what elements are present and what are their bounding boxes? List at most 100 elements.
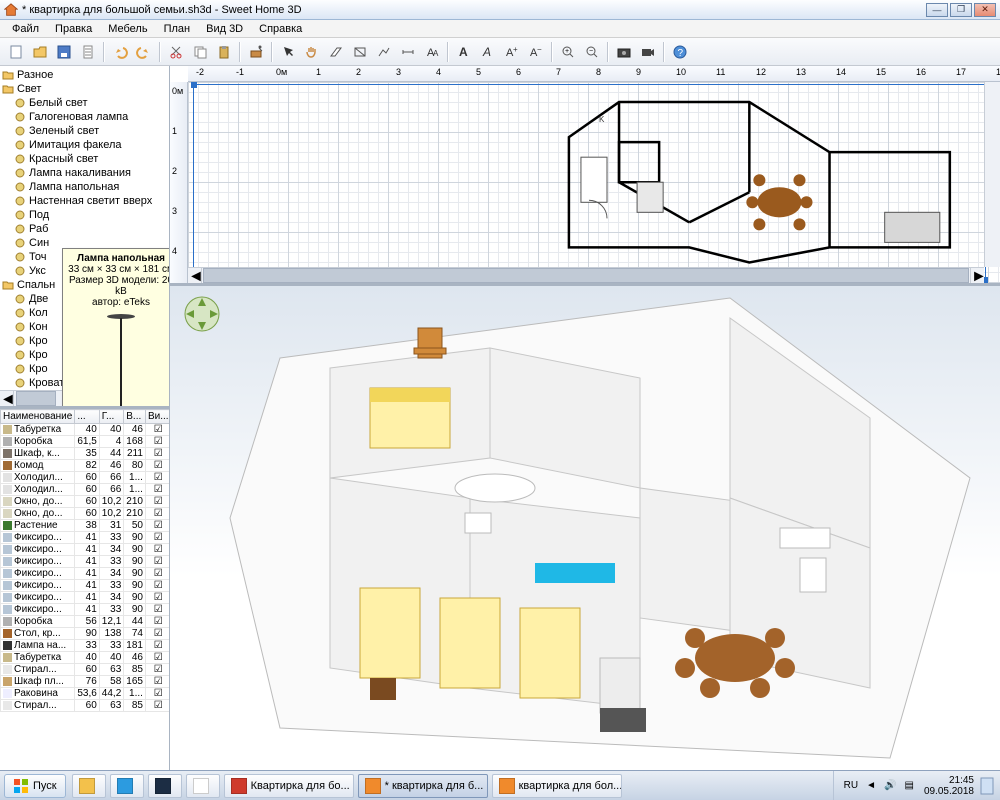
tray-clock[interactable]: 21:45 09.05.2018: [924, 775, 974, 797]
menu-file[interactable]: Файл: [4, 22, 47, 36]
table-row[interactable]: Окно, до...6010,2210☑: [1, 508, 170, 520]
table-row[interactable]: Коробка5612,144☑: [1, 616, 170, 628]
table-row[interactable]: Комод824680☑: [1, 460, 170, 472]
table-row[interactable]: Стол, кр...9013874☑: [1, 628, 170, 640]
tray-lang[interactable]: RU: [844, 780, 858, 791]
catalog-item[interactable]: Раб: [2, 222, 167, 236]
zoom-in-button[interactable]: +: [557, 41, 579, 63]
photo-button[interactable]: [613, 41, 635, 63]
cut-button[interactable]: [165, 41, 187, 63]
plan-2d-pane[interactable]: -2-10м123456789101112131415161718 0м1234: [170, 66, 1000, 286]
start-button[interactable]: Пуск: [4, 774, 66, 798]
table-row[interactable]: Табуретка404046☑: [1, 424, 170, 436]
taskbar-item[interactable]: [110, 774, 144, 798]
catalog-item[interactable]: Разное: [2, 68, 167, 82]
view-3d-pane[interactable]: [170, 286, 1000, 770]
redo-button[interactable]: [133, 41, 155, 63]
menu-furniture[interactable]: Мебель: [100, 22, 155, 36]
select-tool[interactable]: [277, 41, 299, 63]
table-header[interactable]: ...: [75, 410, 99, 424]
catalog-item[interactable]: Галогеновая лампа: [2, 110, 167, 124]
table-row[interactable]: Фиксиро...413390☑: [1, 532, 170, 544]
catalog-item[interactable]: Лампа напольная: [2, 180, 167, 194]
table-header[interactable]: Ви...: [145, 410, 169, 424]
table-header[interactable]: Г...: [99, 410, 123, 424]
taskbar-item[interactable]: [148, 774, 182, 798]
taskbar-item[interactable]: Квартирка для бо...: [224, 774, 354, 798]
tray-volume-icon[interactable]: 🔊: [884, 780, 896, 791]
table-header[interactable]: Наименование: [1, 410, 75, 424]
table-row[interactable]: Табуретка404046☑: [1, 652, 170, 664]
table-row[interactable]: Фиксиро...413490☑: [1, 544, 170, 556]
plan-canvas[interactable]: K: [188, 82, 1000, 283]
taskbar-item[interactable]: * квартирка для б...: [358, 774, 488, 798]
plan-scrollbar-v[interactable]: [984, 82, 1000, 267]
table-row[interactable]: Раковина53,644,21...☑: [1, 688, 170, 700]
tray-network-icon[interactable]: ▤: [904, 780, 913, 791]
menu-3dview[interactable]: Вид 3D: [198, 22, 251, 36]
catalog-item[interactable]: Настенная светит вверх: [2, 194, 167, 208]
catalog-item[interactable]: Лампа накаливания: [2, 166, 167, 180]
taskbar-item[interactable]: [186, 774, 220, 798]
zoom-out-button[interactable]: −: [581, 41, 603, 63]
catalog-item[interactable]: Под: [2, 208, 167, 222]
text-decrease-button[interactable]: A−: [525, 41, 547, 63]
menu-edit[interactable]: Правка: [47, 22, 100, 36]
table-row[interactable]: Фиксиро...413390☑: [1, 604, 170, 616]
table-row[interactable]: Коробка61,54168☑: [1, 436, 170, 448]
table-row[interactable]: Холодил...60661...☑: [1, 472, 170, 484]
close-button[interactable]: ✕: [974, 3, 996, 17]
table-row[interactable]: Стирал...606385☑: [1, 700, 170, 712]
prefs-button[interactable]: [77, 41, 99, 63]
table-row[interactable]: Фиксиро...413490☑: [1, 568, 170, 580]
tray-expand-icon[interactable]: ◄: [866, 780, 876, 791]
new-button[interactable]: [5, 41, 27, 63]
system-tray[interactable]: RU ◄ 🔊 ▤ 21:45 09.05.2018: [833, 771, 1000, 800]
text-italic-button[interactable]: A: [477, 41, 499, 63]
catalog-item[interactable]: Свет: [2, 82, 167, 96]
table-row[interactable]: Шкаф пл...7658165☑: [1, 676, 170, 688]
open-button[interactable]: [29, 41, 51, 63]
menu-plan[interactable]: План: [156, 22, 199, 36]
table-row[interactable]: Фиксиро...413390☑: [1, 556, 170, 568]
table-row[interactable]: Шкаф, к...3544211☑: [1, 448, 170, 460]
text-bold-button[interactable]: A: [453, 41, 475, 63]
polyline-tool[interactable]: [373, 41, 395, 63]
text-tool-plain[interactable]: AA: [421, 41, 443, 63]
pan-tool[interactable]: [301, 41, 323, 63]
room-tool[interactable]: [349, 41, 371, 63]
add-furniture-button[interactable]: [245, 41, 267, 63]
undo-button[interactable]: [109, 41, 131, 63]
furniture-catalog[interactable]: РазноеСветБелый светГалогеновая лампаЗел…: [0, 66, 169, 406]
paste-button[interactable]: [213, 41, 235, 63]
taskbar-item[interactable]: [72, 774, 106, 798]
table-row[interactable]: Фиксиро...413390☑: [1, 580, 170, 592]
show-desktop-button[interactable]: [980, 777, 994, 795]
catalog-item[interactable]: Зеленый свет: [2, 124, 167, 138]
nav-compass-icon[interactable]: [180, 292, 224, 336]
table-header[interactable]: В...: [124, 410, 146, 424]
furniture-table[interactable]: Наименование...Г...В...Ви... Табуретка40…: [0, 406, 169, 770]
table-row[interactable]: Окно, до...6010,2210☑: [1, 496, 170, 508]
save-button[interactable]: [53, 41, 75, 63]
plan-scrollbar-h[interactable]: ◄►: [188, 267, 984, 283]
table-row[interactable]: Растение383150☑: [1, 520, 170, 532]
video-button[interactable]: [637, 41, 659, 63]
catalog-item[interactable]: Имитация факела: [2, 138, 167, 152]
table-row[interactable]: Лампа на...3333181☑: [1, 640, 170, 652]
help-button[interactable]: ?: [669, 41, 691, 63]
menu-help[interactable]: Справка: [251, 22, 310, 36]
table-row[interactable]: Стирал...606385☑: [1, 664, 170, 676]
text-increase-button[interactable]: A+: [501, 41, 523, 63]
minimize-button[interactable]: —: [926, 3, 948, 17]
dimension-tool[interactable]: [397, 41, 419, 63]
table-row[interactable]: Холодил...60661...☑: [1, 484, 170, 496]
wall-tool[interactable]: [325, 41, 347, 63]
table-row[interactable]: Фиксиро...413490☑: [1, 592, 170, 604]
copy-button[interactable]: [189, 41, 211, 63]
catalog-item[interactable]: Белый свет: [2, 96, 167, 110]
catalog-item[interactable]: Красный свет: [2, 152, 167, 166]
taskbar-item[interactable]: квартирка для бол...: [492, 774, 622, 798]
left-column: РазноеСветБелый светГалогеновая лампаЗел…: [0, 66, 170, 770]
maximize-button[interactable]: ❐: [950, 3, 972, 17]
